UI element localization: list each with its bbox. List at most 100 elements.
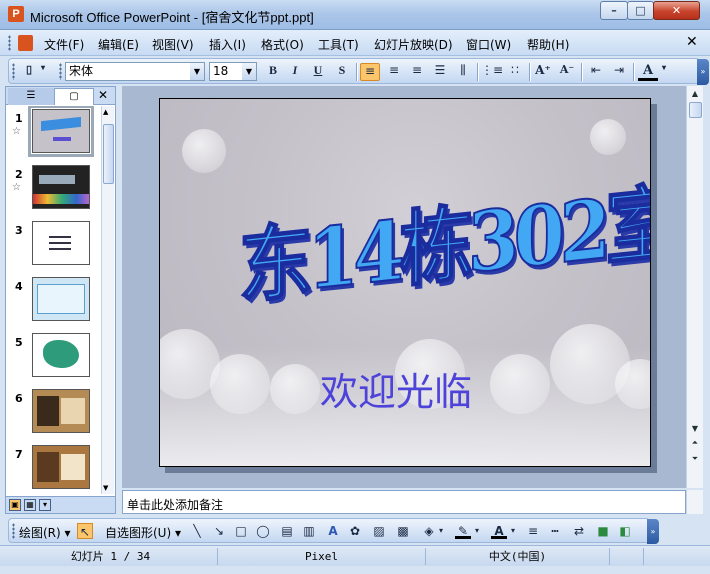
- increase-indent-icon[interactable]: ⇥: [609, 63, 629, 81]
- slide-number: 6: [15, 392, 23, 405]
- fill-color-dropdown-icon[interactable]: ▾: [437, 523, 445, 539]
- rectangle-tool-icon[interactable]: □: [233, 523, 249, 539]
- slide-thumbnail-7[interactable]: 7: [6, 442, 101, 494]
- decrease-font-size-button[interactable]: A⁻: [557, 63, 577, 81]
- slideshow-view-button[interactable]: ▾: [39, 499, 51, 511]
- line-tool-icon[interactable]: ╲: [189, 523, 205, 539]
- formatting-toolbar: ▯ ▾ 宋体 ▼ 18 ▼ B I U S ≡ ≡ ≡ ☰ ⫼ ⋮≡ ∷ A⁺ …: [0, 57, 710, 85]
- current-slide[interactable]: 东14栋302室 欢迎光临: [159, 98, 651, 467]
- close-document-button[interactable]: ✕: [686, 34, 698, 50]
- slide-title[interactable]: 东14栋302室: [238, 165, 650, 317]
- toolbar-grip-icon-2[interactable]: [59, 63, 62, 80]
- menu-format[interactable]: 格式(O): [261, 36, 304, 53]
- font-name-select[interactable]: 宋体 ▼: [65, 62, 205, 81]
- close-window-button[interactable]: ✕: [653, 1, 700, 20]
- draw-font-color-icon[interactable]: A: [491, 523, 507, 539]
- menu-window[interactable]: 窗口(W): [466, 36, 511, 53]
- font-size-select[interactable]: 18 ▼: [209, 62, 257, 81]
- arrow-tool-icon[interactable]: ↘: [211, 523, 227, 539]
- scroll-down-icon[interactable]: ▼: [687, 422, 703, 436]
- menu-tools[interactable]: 工具(T): [318, 36, 359, 53]
- menu-slideshow[interactable]: 幻灯片放映(D): [374, 36, 453, 53]
- wordart-icon[interactable]: A: [325, 523, 341, 539]
- normal-view-button[interactable]: ▣: [9, 499, 21, 511]
- slide-thumbnail-1[interactable]: 1 ☆: [6, 106, 101, 162]
- next-slide-icon[interactable]: ⏷: [687, 452, 703, 466]
- arrow-style-icon[interactable]: ⇄: [571, 523, 587, 539]
- scrollbar-thumb[interactable]: [689, 102, 702, 118]
- slide-scrollbar[interactable]: ▲ ▼ ⏶ ⏷: [686, 86, 703, 488]
- scroll-up-icon[interactable]: ▲: [687, 87, 703, 101]
- align-center-button[interactable]: ≡: [384, 63, 404, 81]
- align-left-button[interactable]: ≡: [360, 63, 380, 81]
- chevron-down-icon[interactable]: ▼: [242, 63, 256, 80]
- toolbar-options-icon[interactable]: ▾: [39, 63, 47, 81]
- close-pane-icon[interactable]: ✕: [98, 88, 108, 102]
- toolbar-overflow-icon[interactable]: »: [697, 59, 709, 85]
- underline-button[interactable]: U: [308, 63, 328, 81]
- line-color-dropdown-icon[interactable]: ▾: [473, 523, 481, 539]
- slide-number: 5: [15, 336, 23, 349]
- numbered-list-icon[interactable]: ⋮≡: [481, 63, 503, 81]
- font-color-dropdown-icon-2[interactable]: ▾: [509, 523, 517, 539]
- scroll-down-icon[interactable]: ▼: [103, 484, 108, 492]
- line-style-icon[interactable]: ≡: [525, 523, 541, 539]
- toolbar-overflow-icon-2[interactable]: »: [647, 519, 659, 544]
- toolbar-grip-icon[interactable]: [12, 63, 15, 80]
- maximize-button[interactable]: □: [627, 1, 654, 20]
- select-pointer-icon[interactable]: ↖: [77, 523, 93, 539]
- line-color-icon[interactable]: ✎: [455, 523, 471, 539]
- powerpoint-app-icon[interactable]: P: [8, 6, 24, 22]
- draw-menu-button[interactable]: 绘图(R) ▾: [19, 524, 71, 541]
- shadow-style-icon[interactable]: ■: [595, 523, 611, 539]
- menu-edit[interactable]: 编辑(E): [98, 36, 139, 53]
- insert-picture-icon[interactable]: ▩: [395, 523, 411, 539]
- slide-thumbnail-5[interactable]: 5: [6, 330, 101, 386]
- scroll-up-icon[interactable]: ▲: [103, 108, 108, 116]
- text-shadow-button[interactable]: S: [332, 63, 352, 81]
- bullet-list-icon[interactable]: ∷: [505, 63, 525, 81]
- document-icon[interactable]: [18, 35, 33, 51]
- menu-view[interactable]: 视图(V): [152, 36, 194, 53]
- slide-thumbnail-4[interactable]: 4: [6, 274, 101, 330]
- menu-file[interactable]: 文件(F): [44, 36, 84, 53]
- 3d-style-icon[interactable]: ◧: [617, 523, 633, 539]
- italic-button[interactable]: I: [285, 63, 305, 81]
- menu-insert[interactable]: 插入(I): [209, 36, 246, 53]
- vertical-textbox-icon[interactable]: ▥: [301, 523, 317, 539]
- slides-pane-scrollbar[interactable]: ▲ ▼: [101, 106, 114, 494]
- scrollbar-thumb[interactable]: [103, 124, 114, 184]
- textbox-tool-icon[interactable]: ▤: [279, 523, 295, 539]
- oval-tool-icon[interactable]: ◯: [255, 523, 271, 539]
- minimize-button[interactable]: –: [600, 1, 628, 20]
- tab-slides[interactable]: ▢: [54, 88, 94, 105]
- diagram-icon[interactable]: ✿: [347, 523, 363, 539]
- toolbar-grip-icon-3[interactable]: [12, 523, 15, 539]
- previous-slide-icon[interactable]: ⏶: [687, 436, 703, 450]
- slide-thumbnail-3[interactable]: 3: [6, 218, 101, 274]
- new-document-icon[interactable]: ▯: [19, 63, 39, 81]
- decrease-indent-icon[interactable]: ⇤: [586, 63, 606, 81]
- column-layout-icon[interactable]: ⫼: [453, 63, 473, 81]
- bold-button[interactable]: B: [263, 63, 283, 81]
- font-color-button[interactable]: A: [638, 63, 658, 81]
- fill-color-icon[interactable]: ◈: [421, 523, 437, 539]
- font-color-dropdown-icon[interactable]: ▾: [659, 63, 669, 81]
- dash-style-icon[interactable]: ┅: [547, 523, 563, 539]
- tab-outline[interactable]: ☰: [8, 88, 54, 105]
- slide-subtitle[interactable]: 欢迎光临: [320, 361, 472, 416]
- slide-thumbnail-2[interactable]: 2 ☆: [6, 162, 101, 218]
- slide-thumbnail-6[interactable]: 6: [6, 386, 101, 442]
- background-bubble: [590, 119, 626, 155]
- align-right-button[interactable]: ≡: [407, 63, 427, 81]
- menu-help[interactable]: 帮助(H): [527, 36, 569, 53]
- autoshapes-menu-button[interactable]: 自选图形(U) ▾: [105, 524, 181, 541]
- menu-grip-icon[interactable]: [8, 35, 11, 51]
- increase-font-size-button[interactable]: A⁺: [533, 63, 553, 81]
- slide-sorter-view-button[interactable]: ▦: [24, 499, 36, 511]
- clipart-icon[interactable]: ▨: [371, 523, 387, 539]
- distribute-vertical-icon[interactable]: ☰: [430, 63, 450, 81]
- chevron-down-icon[interactable]: ▼: [190, 63, 204, 80]
- notes-scrollbar[interactable]: [686, 490, 703, 514]
- notes-pane[interactable]: 单击此处添加备注: [122, 490, 686, 514]
